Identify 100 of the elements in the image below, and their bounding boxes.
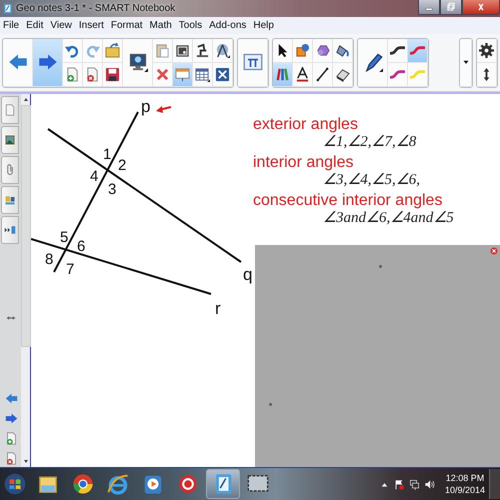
close-button[interactable] [462,0,500,15]
camera-button[interactable] [173,38,193,62]
settings-icon [479,42,494,58]
fill-bucket-icon [335,42,350,58]
text-tool-icon [295,66,310,82]
angle-list: ∠3and∠6,∠4and∠5 [323,210,454,226]
speaker-icon[interactable] [424,478,435,490]
diagram-label: 2 [118,157,126,174]
save-icon [105,66,120,82]
open-folder-button[interactable] [103,38,123,62]
save-button[interactable] [103,62,123,86]
add-page-icon[interactable] [4,432,18,445]
up-down-arrow-button[interactable] [477,62,497,86]
close-icon[interactable] [490,247,498,255]
eraser-button[interactable] [333,62,353,86]
open-folder-icon [105,42,120,58]
speck [269,403,272,406]
menu-item[interactable]: Format [110,20,143,31]
close-icon [476,2,486,12]
screen-shade-icon [175,66,190,82]
add-page-icon [65,66,80,82]
start-orb-icon [4,473,26,495]
forward-arrow-icon [38,52,58,72]
formula-icon [242,52,262,72]
network-icon[interactable] [408,478,420,490]
minimize-button[interactable] [418,0,440,15]
delete-page-icon[interactable] [4,452,18,465]
undo-button[interactable] [63,38,83,62]
page-icon [4,104,16,116]
cursor-button[interactable] [273,38,293,62]
table-button[interactable] [193,62,213,86]
restore-icon [446,2,456,12]
pen-button[interactable] [358,38,388,86]
flag-icon[interactable] [394,478,405,490]
forward-arrow-icon[interactable] [4,412,18,425]
table-icon [195,66,210,82]
menu-item[interactable]: Edit [26,20,44,31]
speck [379,265,382,268]
delete-page-button[interactable] [83,62,103,86]
back-arrow-icon [8,52,28,72]
diagram-label: 5 [60,229,68,246]
x-box-button[interactable] [213,62,233,86]
scroll-up-icon[interactable] [24,98,28,101]
monitor-button[interactable] [123,38,153,86]
diagram-label: 1 [103,146,112,163]
angle-list: ∠3,∠4,∠5,∠6, [323,172,454,188]
line-tool-icon [315,66,330,82]
camera-icon [175,42,190,58]
settings-button[interactable] [477,38,497,62]
shapes-icon [295,42,310,58]
menu-item[interactable]: Tools [178,20,202,31]
scroll-thumb[interactable] [20,105,30,347]
page-tab[interactable] [1,96,19,124]
pen-icon [362,52,382,72]
compass-button[interactable] [213,38,233,62]
text-tool-button[interactable] [293,62,313,86]
diagram-label: q [243,265,252,284]
restore-button[interactable] [440,0,462,15]
back-arrow-icon[interactable] [4,392,18,405]
hexagon-shapes-button[interactable] [313,38,333,62]
diagram-label: r [215,299,221,318]
picture-icon [4,134,16,146]
delete-page-icon [85,66,100,82]
scrollbar[interactable] [21,94,31,467]
eraser-icon [335,66,350,82]
picture-tab[interactable] [1,126,19,154]
hexagon-app-icon [177,473,199,495]
shapes-button[interactable] [293,38,313,62]
clock-time: 12:08 PM [446,472,484,484]
arrow [156,106,172,113]
menu-item[interactable]: File [3,20,20,31]
add-page-button[interactable] [63,62,83,86]
notebook-taskbar-button[interactable] [206,469,240,499]
menu-item[interactable]: Add-ons [209,20,246,31]
scroll-down-icon[interactable] [24,460,28,463]
pens-button[interactable] [273,62,293,86]
web-browser-icon [107,473,129,495]
menu-item[interactable]: View [50,20,72,31]
clock-date: 10/9/2014 [444,484,485,496]
paste-icon [155,42,170,58]
lamp-button[interactable] [193,38,213,62]
properties-tab[interactable] [1,186,19,214]
paperclip-tab[interactable] [1,156,19,184]
delete-icon [155,66,170,82]
angle-list: ∠1,∠2,∠7,∠8 [323,134,454,150]
diagram-label: 3 [108,181,116,198]
line-tool-button[interactable] [313,62,333,86]
notebook-icon [2,3,13,14]
addons-tab[interactable] [1,216,19,244]
fill-bucket-button[interactable] [333,38,353,62]
forward-arrow-button[interactable] [33,38,63,86]
menu-item[interactable]: Math [150,20,172,31]
menu-item[interactable]: Insert [78,20,104,31]
diagram-label: 6 [77,238,86,255]
hexagon-shapes-icon [315,42,330,58]
note-heading: interior angles [253,154,354,172]
addons-icon [4,224,16,236]
monitor-icon [128,52,148,72]
menu-item[interactable]: Help [253,20,274,31]
note-heading: consecutive interior angles [253,192,444,210]
